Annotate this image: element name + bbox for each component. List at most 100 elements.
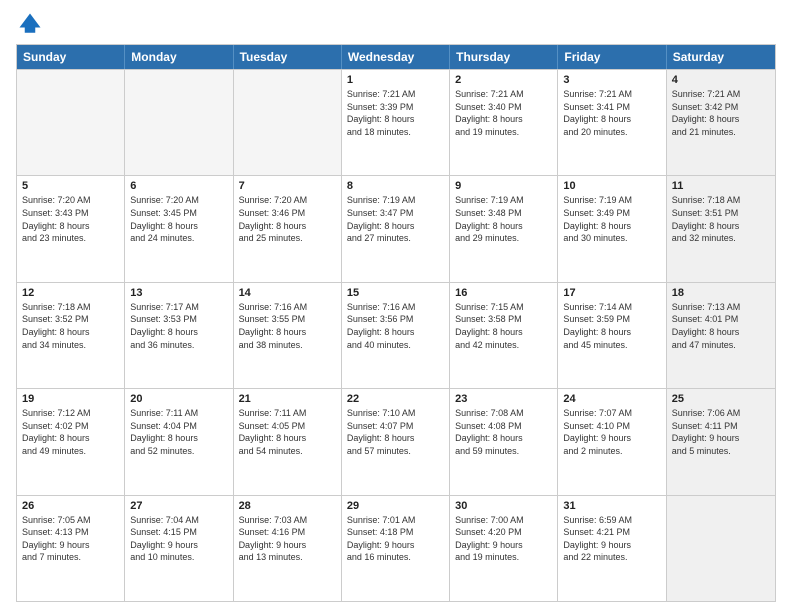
calendar-cell: 21 Sunrise: 7:11 AM Sunset: 4:05 PM Dayli… xyxy=(234,389,342,494)
calendar-cell: 11Sunrise: 7:18 AM Sunset: 3:51 PM Dayli… xyxy=(667,176,775,281)
weekday-header: Monday xyxy=(125,45,233,69)
day-info: Sunrise: 7:19 AM Sunset: 3:48 PM Dayligh… xyxy=(455,194,552,244)
day-info: Sunrise: 7:20 AM Sunset: 3:46 PM Dayligh… xyxy=(239,194,336,244)
day-info: Sunrise: 7:14 AM Sunset: 3:59 PM Dayligh… xyxy=(563,301,660,351)
calendar-cell: 14 Sunrise: 7:16 AM Sunset: 3:55 PM Dayli… xyxy=(234,283,342,388)
day-info: Sunrise: 7:19 AM Sunset: 3:47 PM Dayligh… xyxy=(347,194,444,244)
logo xyxy=(16,10,48,38)
day-number: 15 xyxy=(347,287,444,299)
day-info: Sunrise: 7:18 AM Sunset: 3:51 PM Dayligh… xyxy=(672,194,770,244)
day-number: 21 xyxy=(239,393,336,405)
calendar-cell: 19 Sunrise: 7:12 AM Sunset: 4:02 PM Dayli… xyxy=(17,389,125,494)
day-number: 3 xyxy=(563,74,660,86)
day-info: Sunrise: 7:07 AM Sunset: 4:10 PM Dayligh… xyxy=(563,407,660,457)
calendar-cell: 4 Sunrise: 7:21 AM Sunset: 3:42 PM Daylig… xyxy=(667,70,775,175)
calendar-cell: 25 Sunrise: 7:06 AM Sunset: 4:11 PM Dayli… xyxy=(667,389,775,494)
calendar-cell: 27 Sunrise: 7:04 AM Sunset: 4:15 PM Dayli… xyxy=(125,496,233,601)
day-number: 22 xyxy=(347,393,444,405)
day-info: Sunrise: 7:21 AM Sunset: 3:42 PM Dayligh… xyxy=(672,88,770,138)
day-number: 13 xyxy=(130,287,227,299)
day-info: Sunrise: 7:01 AM Sunset: 4:18 PM Dayligh… xyxy=(347,514,444,564)
calendar-cell: 12 Sunrise: 7:18 AM Sunset: 3:52 PM Dayli… xyxy=(17,283,125,388)
calendar-cell: 30 Sunrise: 7:00 AM Sunset: 4:20 PM Dayli… xyxy=(450,496,558,601)
day-number: 2 xyxy=(455,74,552,86)
day-info: Sunrise: 7:10 AM Sunset: 4:07 PM Dayligh… xyxy=(347,407,444,457)
calendar-header: SundayMondayTuesdayWednesdayThursdayFrid… xyxy=(17,45,775,69)
calendar-cell xyxy=(667,496,775,601)
calendar-cell xyxy=(17,70,125,175)
day-number: 12 xyxy=(22,287,119,299)
calendar-cell: 22 Sunrise: 7:10 AM Sunset: 4:07 PM Dayli… xyxy=(342,389,450,494)
calendar-cell: 29Sunrise: 7:01 AM Sunset: 4:18 PM Dayli… xyxy=(342,496,450,601)
day-info: Sunrise: 7:19 AM Sunset: 3:49 PM Dayligh… xyxy=(563,194,660,244)
calendar-body: 1Sunrise: 7:21 AM Sunset: 3:39 PM Daylig… xyxy=(17,69,775,601)
day-number: 5 xyxy=(22,180,119,192)
calendar-cell: 20 Sunrise: 7:11 AM Sunset: 4:04 PM Dayli… xyxy=(125,389,233,494)
day-info: Sunrise: 7:13 AM Sunset: 4:01 PM Dayligh… xyxy=(672,301,770,351)
day-number: 10 xyxy=(563,180,660,192)
calendar-cell: 3 Sunrise: 7:21 AM Sunset: 3:41 PM Daylig… xyxy=(558,70,666,175)
day-number: 26 xyxy=(22,500,119,512)
day-number: 9 xyxy=(455,180,552,192)
day-number: 7 xyxy=(239,180,336,192)
weekday-header: Friday xyxy=(558,45,666,69)
day-number: 25 xyxy=(672,393,770,405)
day-info: Sunrise: 6:59 AM Sunset: 4:21 PM Dayligh… xyxy=(563,514,660,564)
day-info: Sunrise: 7:00 AM Sunset: 4:20 PM Dayligh… xyxy=(455,514,552,564)
calendar-cell: 1Sunrise: 7:21 AM Sunset: 3:39 PM Daylig… xyxy=(342,70,450,175)
calendar-cell: 16 Sunrise: 7:15 AM Sunset: 3:58 PM Dayli… xyxy=(450,283,558,388)
weekday-header: Saturday xyxy=(667,45,775,69)
day-number: 20 xyxy=(130,393,227,405)
calendar-row: 19 Sunrise: 7:12 AM Sunset: 4:02 PM Dayli… xyxy=(17,388,775,494)
day-number: 8 xyxy=(347,180,444,192)
day-info: Sunrise: 7:16 AM Sunset: 3:56 PM Dayligh… xyxy=(347,301,444,351)
day-info: Sunrise: 7:18 AM Sunset: 3:52 PM Dayligh… xyxy=(22,301,119,351)
calendar-cell xyxy=(234,70,342,175)
day-number: 18 xyxy=(672,287,770,299)
day-info: Sunrise: 7:05 AM Sunset: 4:13 PM Dayligh… xyxy=(22,514,119,564)
day-number: 24 xyxy=(563,393,660,405)
day-number: 17 xyxy=(563,287,660,299)
calendar-cell: 5 Sunrise: 7:20 AM Sunset: 3:43 PM Daylig… xyxy=(17,176,125,281)
calendar-cell: 26 Sunrise: 7:05 AM Sunset: 4:13 PM Dayli… xyxy=(17,496,125,601)
day-number: 14 xyxy=(239,287,336,299)
day-info: Sunrise: 7:21 AM Sunset: 3:41 PM Dayligh… xyxy=(563,88,660,138)
weekday-header: Thursday xyxy=(450,45,558,69)
day-number: 4 xyxy=(672,74,770,86)
calendar-row: 26 Sunrise: 7:05 AM Sunset: 4:13 PM Dayli… xyxy=(17,495,775,601)
day-number: 19 xyxy=(22,393,119,405)
calendar-cell: 7 Sunrise: 7:20 AM Sunset: 3:46 PM Daylig… xyxy=(234,176,342,281)
day-number: 30 xyxy=(455,500,552,512)
calendar-cell: 15 Sunrise: 7:16 AM Sunset: 3:56 PM Dayli… xyxy=(342,283,450,388)
calendar-cell: 10 Sunrise: 7:19 AM Sunset: 3:49 PM Dayli… xyxy=(558,176,666,281)
calendar-cell: 2 Sunrise: 7:21 AM Sunset: 3:40 PM Daylig… xyxy=(450,70,558,175)
day-info: Sunrise: 7:11 AM Sunset: 4:05 PM Dayligh… xyxy=(239,407,336,457)
day-info: Sunrise: 7:11 AM Sunset: 4:04 PM Dayligh… xyxy=(130,407,227,457)
calendar-row: 5 Sunrise: 7:20 AM Sunset: 3:43 PM Daylig… xyxy=(17,175,775,281)
calendar-cell: 6Sunrise: 7:20 AM Sunset: 3:45 PM Daylig… xyxy=(125,176,233,281)
calendar-cell: 31 Sunrise: 6:59 AM Sunset: 4:21 PM Dayli… xyxy=(558,496,666,601)
day-info: Sunrise: 7:15 AM Sunset: 3:58 PM Dayligh… xyxy=(455,301,552,351)
logo-icon xyxy=(16,10,44,38)
day-number: 31 xyxy=(563,500,660,512)
day-info: Sunrise: 7:16 AM Sunset: 3:55 PM Dayligh… xyxy=(239,301,336,351)
calendar-row: 1Sunrise: 7:21 AM Sunset: 3:39 PM Daylig… xyxy=(17,69,775,175)
day-info: Sunrise: 7:20 AM Sunset: 3:45 PM Dayligh… xyxy=(130,194,227,244)
day-number: 28 xyxy=(239,500,336,512)
weekday-header: Sunday xyxy=(17,45,125,69)
calendar: SundayMondayTuesdayWednesdayThursdayFrid… xyxy=(16,44,776,602)
day-info: Sunrise: 7:04 AM Sunset: 4:15 PM Dayligh… xyxy=(130,514,227,564)
calendar-cell: 28 Sunrise: 7:03 AM Sunset: 4:16 PM Dayli… xyxy=(234,496,342,601)
calendar-cell: 24 Sunrise: 7:07 AM Sunset: 4:10 PM Dayli… xyxy=(558,389,666,494)
day-info: Sunrise: 7:06 AM Sunset: 4:11 PM Dayligh… xyxy=(672,407,770,457)
day-number: 27 xyxy=(130,500,227,512)
calendar-cell: 17 Sunrise: 7:14 AM Sunset: 3:59 PM Dayli… xyxy=(558,283,666,388)
calendar-cell: 13Sunrise: 7:17 AM Sunset: 3:53 PM Dayli… xyxy=(125,283,233,388)
day-info: Sunrise: 7:21 AM Sunset: 3:40 PM Dayligh… xyxy=(455,88,552,138)
day-info: Sunrise: 7:20 AM Sunset: 3:43 PM Dayligh… xyxy=(22,194,119,244)
day-number: 16 xyxy=(455,287,552,299)
day-info: Sunrise: 7:12 AM Sunset: 4:02 PM Dayligh… xyxy=(22,407,119,457)
day-info: Sunrise: 7:03 AM Sunset: 4:16 PM Dayligh… xyxy=(239,514,336,564)
calendar-cell: 18 Sunrise: 7:13 AM Sunset: 4:01 PM Dayli… xyxy=(667,283,775,388)
calendar-cell xyxy=(125,70,233,175)
